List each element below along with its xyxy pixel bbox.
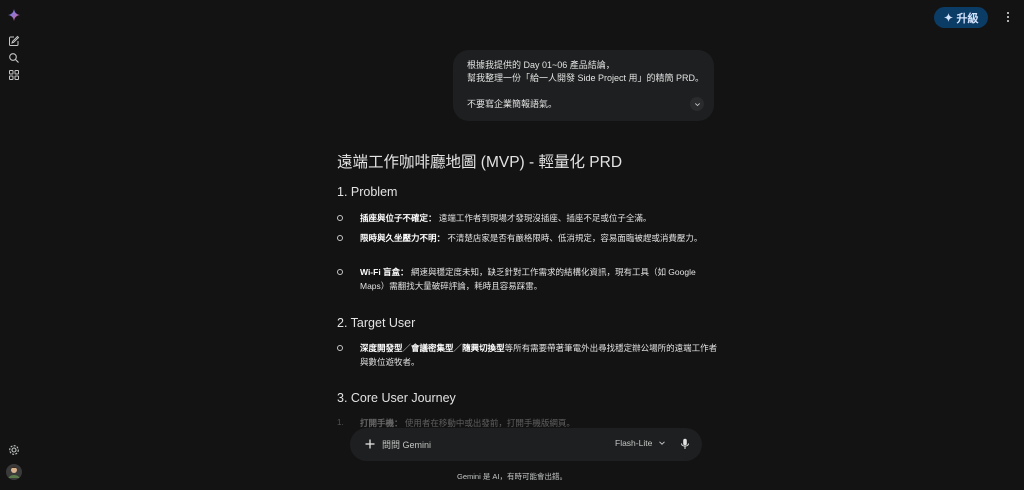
section-heading: 3. Core User Journey — [337, 391, 456, 405]
item-bold: 限時與久坐壓力不明： — [360, 233, 446, 243]
bullet-icon — [337, 269, 343, 275]
response-title: 遠端工作咖啡廳地圖 (MVP) - 輕量化 PRD — [337, 154, 623, 171]
item-text: 不清楚店家是否有嚴格限時、低消規定，容易面臨被趕或消費壓力。 — [447, 233, 703, 243]
gemini-app: 升級 根據我提供的 Day 01~06 產品結論， 幫我整理一份「給一人開發 S… — [0, 0, 1024, 490]
bullet-icon — [337, 235, 343, 241]
gemini-logo-icon[interactable] — [8, 9, 20, 21]
item-text: 網速與穩定度未知，缺乏針對工作需求的結構化資訊，現有工具（如 Google Ma… — [360, 267, 696, 291]
section-heading: 1. Problem — [337, 185, 398, 199]
prompt-input[interactable]: 問問 Gemini — [382, 438, 431, 451]
more-options-icon[interactable] — [1002, 10, 1014, 24]
disclaimer-text: Gemini 是 AI，有時可能會出錯。 — [456, 472, 567, 481]
expand-chevron-icon[interactable] — [690, 97, 704, 111]
item-bold: 隨興切換型 — [462, 343, 505, 353]
item-bold: Wi-Fi 盲盒： — [360, 267, 409, 277]
new-chat-icon[interactable] — [8, 35, 20, 47]
bullet-icon — [337, 215, 343, 221]
user-message-line: 幫我整理一份「給一人開發 Side Project 用」的精簡 PRD。 — [467, 73, 705, 83]
item-bold: 打開手機： — [360, 418, 403, 428]
search-icon[interactable] — [8, 52, 20, 64]
bullet-icon — [337, 345, 343, 351]
list-number: 1. — [337, 418, 344, 427]
prompt-input-bar[interactable]: 問問 Gemini Flash-Lite — [350, 428, 702, 461]
add-icon[interactable] — [364, 438, 376, 450]
item-bold: 深度開發型 — [360, 343, 403, 353]
item-bold: 會議密集型 — [411, 343, 454, 353]
apps-grid-icon[interactable] — [8, 69, 20, 81]
item-separator: ／ — [453, 343, 463, 353]
item-text: 遠端工作者到現場才發現沒插座、插座不足或位子全滿。 — [438, 213, 652, 223]
settings-gear-icon[interactable] — [8, 444, 20, 456]
model-label: Flash-Lite — [615, 438, 653, 448]
model-selector[interactable]: Flash-Lite — [615, 438, 666, 448]
side-rail — [0, 0, 28, 490]
item-separator: ／ — [402, 343, 412, 353]
user-message-line: 根據我提供的 Day 01~06 產品結論， — [467, 60, 615, 70]
chevron-down-icon — [659, 441, 666, 445]
microphone-icon[interactable] — [680, 438, 690, 450]
upgrade-label: 升級 — [956, 12, 979, 25]
user-message-bubble: 根據我提供的 Day 01~06 產品結論， 幫我整理一份「給一人開發 Side… — [453, 50, 714, 121]
section-heading: 2. Target User — [337, 316, 416, 330]
item-text: 使用者在移動中或出發前，打開手機版網頁。 — [404, 418, 575, 428]
sparkle-icon — [943, 13, 953, 22]
upgrade-button[interactable]: 升級 — [934, 7, 988, 28]
item-bold: 插座與位子不確定： — [360, 213, 437, 223]
user-message-line: 不要寫企業簡報語氣。 — [467, 99, 558, 109]
